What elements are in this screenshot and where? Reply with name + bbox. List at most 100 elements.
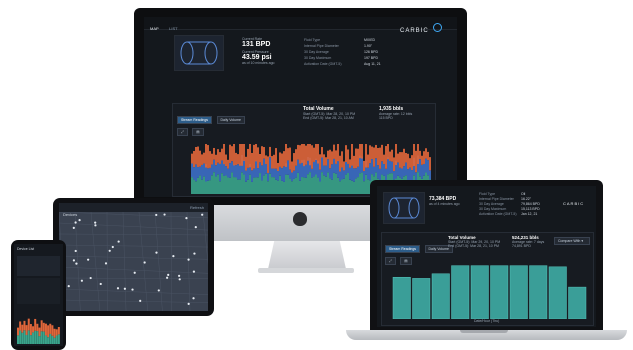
- phone-chart-bar: [29, 324, 32, 336]
- chart-segment: [389, 160, 391, 174]
- device-marker: [163, 213, 166, 216]
- chart-segment: [365, 174, 367, 194]
- chart-segment: [279, 175, 281, 194]
- chart-segment: [227, 159, 229, 169]
- chart-segment: [401, 152, 403, 169]
- tab-list[interactable]: LIST: [169, 26, 177, 31]
- tab-map[interactable]: MAP: [150, 26, 159, 31]
- pipe-icon: [180, 41, 218, 65]
- chart-segment: [243, 174, 245, 194]
- tablet-screen: Devices Refresh: [59, 203, 208, 311]
- chart-segment: [255, 177, 257, 194]
- compare-select[interactable]: Compare With ▾: [554, 237, 590, 245]
- chart-segment: [267, 156, 269, 173]
- volume-bar: [392, 276, 411, 319]
- device-marker: [155, 213, 158, 217]
- chart-segment: [303, 144, 305, 167]
- chart-segment: [317, 144, 319, 164]
- phone-chart-bar: [47, 325, 50, 338]
- device-marker: [166, 276, 169, 279]
- device-map[interactable]: [59, 212, 208, 311]
- chart-segment: [235, 177, 237, 194]
- phone-chart-bar: [40, 320, 43, 332]
- chart-segment: [209, 180, 211, 194]
- last-updated: as of 10 minutes ago: [242, 61, 275, 65]
- zoom-icon[interactable]: ⤢: [177, 128, 188, 136]
- chart-segment: [329, 178, 331, 194]
- chart-segment: [277, 170, 279, 181]
- chart-segment: [255, 160, 257, 178]
- chart-segment: [363, 171, 365, 182]
- device-marker: [187, 302, 190, 305]
- chart-segment: [299, 163, 301, 181]
- phone-chart-bar: [27, 330, 30, 344]
- chart-segment: [307, 174, 309, 194]
- phone-chart-bar: [32, 332, 35, 344]
- phone-title: Device List: [17, 247, 35, 251]
- chart-segment: [353, 181, 355, 194]
- chart-segment: [247, 179, 249, 194]
- chart-segment: [325, 176, 327, 194]
- chart-segment: [313, 147, 315, 162]
- chart-segment: [325, 157, 327, 166]
- chart-segment: [351, 165, 353, 181]
- chart-segment: [217, 174, 219, 194]
- tablet-refresh-button[interactable]: Refresh: [190, 203, 204, 212]
- brand-logo-text: CARBIC: [400, 28, 429, 34]
- chart-segment: [393, 157, 395, 172]
- chart-segment: [347, 149, 349, 164]
- chart-segment: [341, 167, 343, 180]
- map-road: [122, 212, 127, 311]
- chart-segment: [429, 170, 431, 180]
- phone-chart-bar: [19, 321, 22, 331]
- phone-chart-bar: [19, 330, 22, 344]
- chart-segment: [355, 148, 357, 169]
- chart-segment: [405, 152, 407, 163]
- chart-segment: [361, 156, 363, 173]
- chart-segment: [247, 148, 249, 168]
- chart-segment: [429, 157, 431, 171]
- download-icon[interactable]: ▤: [192, 128, 204, 136]
- chart-segment: [207, 168, 209, 181]
- chart-segment: [265, 173, 267, 194]
- device-marker: [89, 276, 92, 280]
- chart-segment: [321, 172, 323, 194]
- chart-segment: [291, 172, 293, 182]
- volume-bar: [568, 286, 587, 319]
- chart-segment: [319, 154, 321, 170]
- chart-segment: [247, 167, 249, 180]
- map-road: [59, 222, 208, 231]
- volume-bar: [470, 265, 489, 319]
- chart-segment: [229, 163, 231, 178]
- compare-select-value: Compare With: [558, 239, 581, 243]
- chart-segment: [223, 163, 225, 176]
- chart-segment: [409, 158, 411, 168]
- chart-segment: [289, 147, 291, 170]
- chart-segment: [337, 177, 339, 194]
- chart-segment: [195, 181, 197, 194]
- map-road: [59, 212, 208, 219]
- daily-volume-button[interactable]: Daily Volume: [216, 116, 245, 124]
- chart-segment: [369, 145, 371, 164]
- laptop-volume-summary: Total Volume Start (GMT-5): Mar 29, 20, …: [448, 235, 508, 248]
- chart-segment: [279, 166, 281, 176]
- chart-segment: [255, 144, 257, 162]
- chart-segment: [381, 161, 383, 175]
- phone-chart-bar: [57, 327, 60, 335]
- tablet-header: Devices Refresh: [59, 203, 208, 217]
- chart-segment: [265, 155, 267, 165]
- chart-segment: [343, 170, 345, 179]
- chart-segment: [253, 144, 255, 169]
- chart-segment: [289, 178, 291, 194]
- chart-segment: [223, 144, 225, 165]
- volume-bar: [431, 273, 450, 319]
- chart-segment: [203, 176, 205, 194]
- chart-segment: [349, 179, 351, 194]
- chart-segment: [369, 163, 371, 181]
- chart-segment: [349, 159, 351, 168]
- chart-segment: [299, 145, 301, 164]
- chart-segment: [269, 157, 271, 174]
- phone-chart-bar: [40, 331, 43, 344]
- chart-segment: [357, 166, 359, 178]
- chart-segment: [323, 154, 325, 166]
